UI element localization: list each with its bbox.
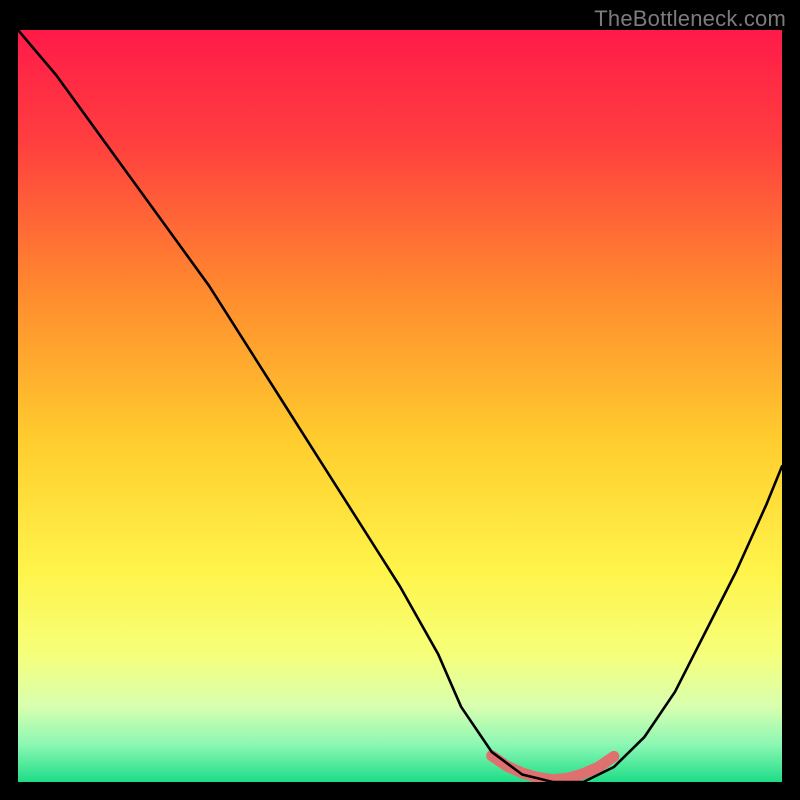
watermark-text: TheBottleneck.com	[594, 6, 786, 32]
bottleneck-chart	[0, 0, 800, 800]
gradient-background	[18, 30, 782, 782]
chart-frame: TheBottleneck.com	[0, 0, 800, 800]
